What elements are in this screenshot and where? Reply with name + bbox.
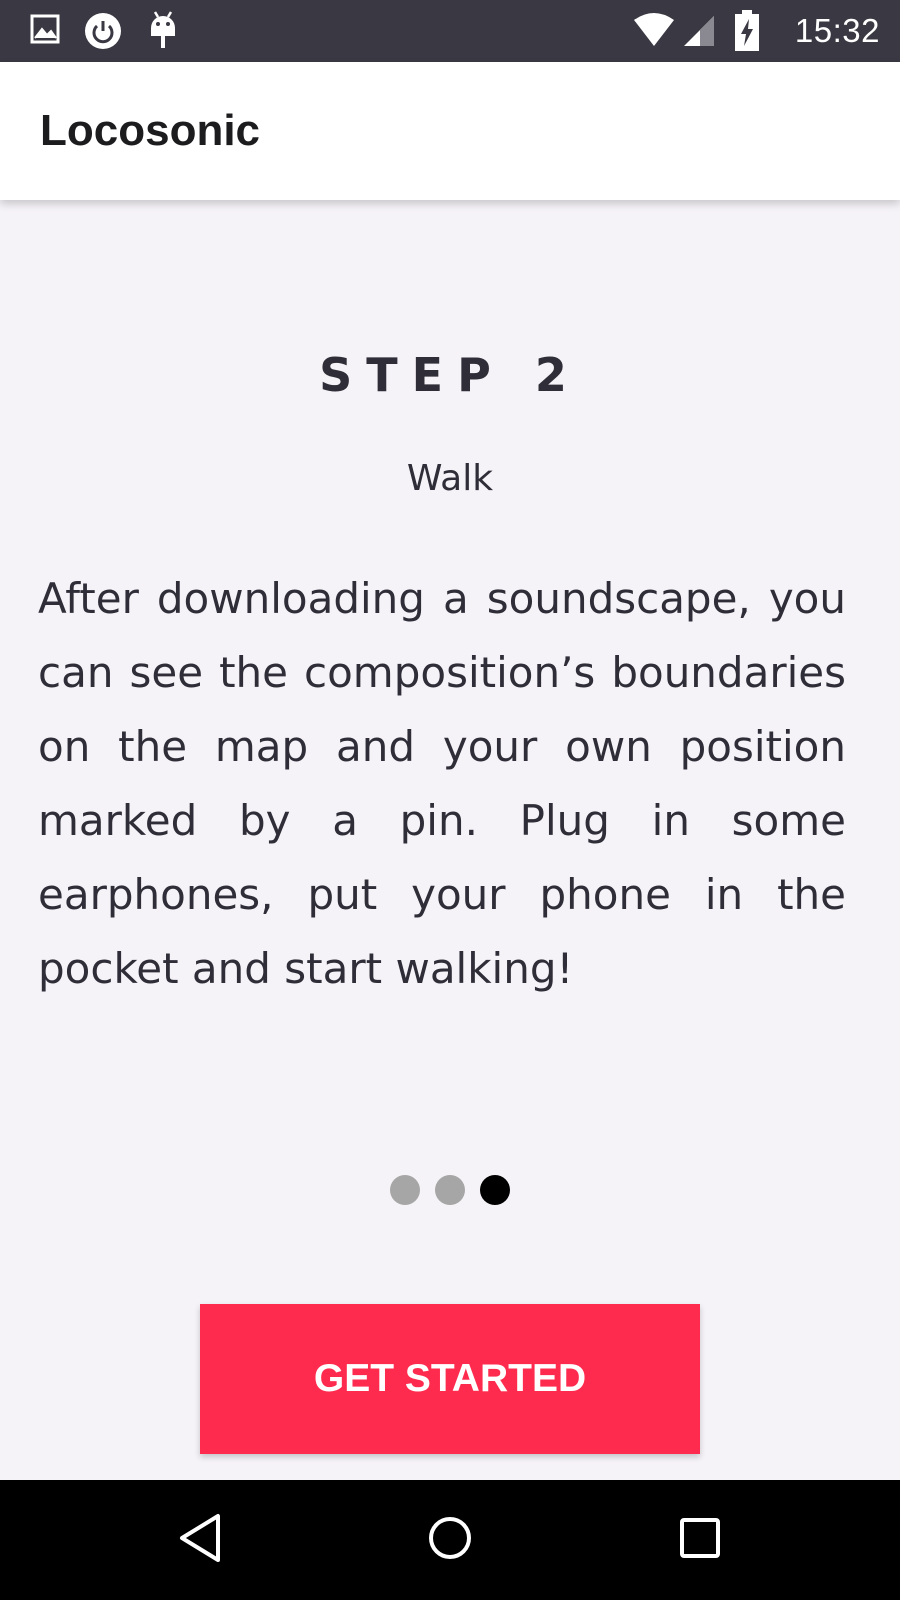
get-started-button[interactable]: GET STARTED xyxy=(200,1304,700,1454)
app-title: Locosonic xyxy=(40,106,261,155)
page-dot-3-active[interactable] xyxy=(480,1175,510,1205)
onboarding-page: STEP 2 Walk After downloading a soundsca… xyxy=(0,200,900,1480)
image-icon xyxy=(30,14,60,49)
step-name: Walk xyxy=(406,458,494,499)
signal-icon xyxy=(680,14,716,53)
back-icon[interactable] xyxy=(176,1510,224,1571)
step-label: STEP 2 xyxy=(319,348,581,402)
step-description: After downloading a soundscape, you can … xyxy=(38,574,846,993)
power-icon xyxy=(84,12,122,55)
page-indicator xyxy=(0,1175,900,1205)
android-debug-icon xyxy=(148,10,178,55)
status-bar: 15:32 xyxy=(0,0,900,62)
status-time: 15:32 xyxy=(794,12,880,49)
app-bar: Locosonic xyxy=(0,62,900,200)
page-dot-1[interactable] xyxy=(390,1175,420,1205)
wifi-icon xyxy=(632,12,676,53)
recents-icon[interactable] xyxy=(678,1516,722,1565)
home-icon[interactable] xyxy=(426,1514,474,1567)
system-nav-bar xyxy=(0,1480,900,1600)
page-dot-2[interactable] xyxy=(435,1175,465,1205)
battery-charging-icon xyxy=(734,10,760,57)
